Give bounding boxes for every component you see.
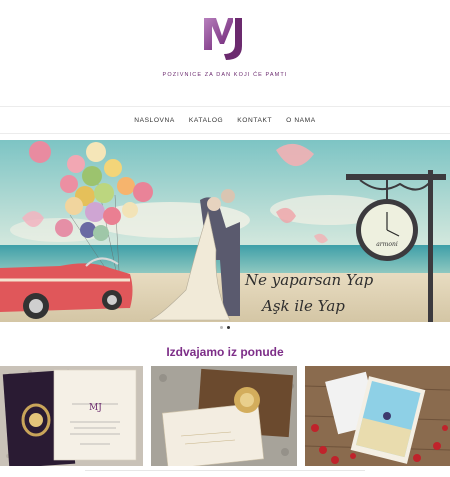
nav-item-katalog[interactable]: KATALOG xyxy=(182,117,230,124)
product-image-1 xyxy=(0,366,143,466)
section-divider xyxy=(85,470,365,471)
clock-brand-text: armoni xyxy=(376,241,398,248)
hero-line-1: Ne yaparsan Yap xyxy=(244,271,374,289)
product-card-1[interactable]: MJ xyxy=(0,366,143,466)
product-card-2[interactable] xyxy=(151,366,297,466)
hero-slider[interactable]: armoni Ne yaparsan Yap Aşk ile Yap xyxy=(0,140,450,322)
product-image-2 xyxy=(151,366,297,466)
hero-line-2: Aşk ile Yap xyxy=(260,297,345,315)
nav-item-kontakt[interactable]: KONTAKT xyxy=(230,117,279,124)
slider-dots xyxy=(0,326,450,329)
hero-image: armoni Ne yaparsan Yap Aşk ile Yap xyxy=(0,140,450,322)
main-nav: NASLOVNA KATALOG KONTAKT O NAMA xyxy=(0,107,450,133)
brand-logo[interactable] xyxy=(202,14,248,64)
slider-dot-2[interactable] xyxy=(227,326,230,329)
nav-item-o-nama[interactable]: O NAMA xyxy=(279,117,323,124)
site-header: POZIVNICE ZA DAN KOJI ĆE PAMTI xyxy=(0,0,450,106)
slider-dot-1[interactable] xyxy=(220,326,223,329)
product-card-1-monogram: MJ xyxy=(89,403,102,413)
featured-title: Izdvajamo iz ponude xyxy=(166,345,284,359)
product-card-3[interactable] xyxy=(305,366,450,466)
nav-item-naslovna[interactable]: NASLOVNA xyxy=(127,117,182,124)
product-image-3 xyxy=(305,366,450,466)
brand-tagline: POZIVNICE ZA DAN KOJI ĆE PAMTI xyxy=(162,72,288,78)
nav-divider-bottom xyxy=(0,133,450,134)
featured-products: MJ xyxy=(0,366,450,466)
